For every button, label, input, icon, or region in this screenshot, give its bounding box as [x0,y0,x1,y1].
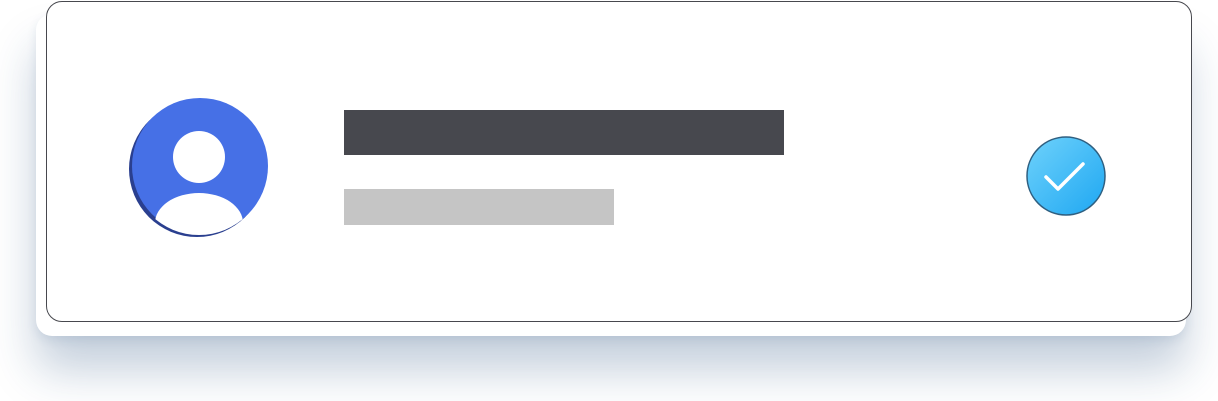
user-avatar-icon [128,96,270,238]
subtitle-placeholder-bar [344,189,614,225]
stage [0,0,1218,401]
name-placeholder-bar [344,110,784,155]
checkmark-icon[interactable] [1025,135,1107,217]
